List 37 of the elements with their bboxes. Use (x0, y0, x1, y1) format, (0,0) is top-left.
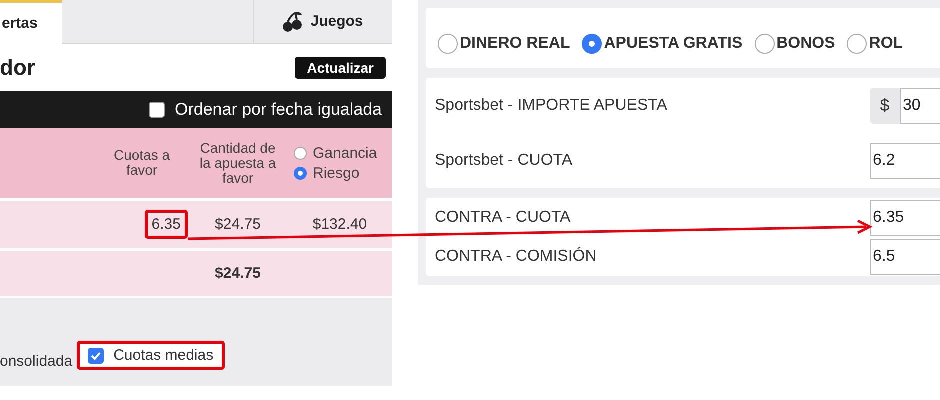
section-title: dor (0, 54, 36, 80)
input-field[interactable]: 6.5 (870, 238, 940, 274)
total-value: $24.75 (214, 265, 262, 282)
input-field[interactable]: 6.2 (870, 142, 940, 178)
table-cell-text: $132.40 (312, 216, 368, 233)
bet-type-radio[interactable] (754, 34, 775, 54)
field-label: CONTRA - COMISIÓN (435, 248, 597, 266)
average-odds-label: Cuotas medias (114, 347, 214, 364)
field-label: Sportsbet - CUOTA (435, 152, 573, 170)
check-icon (90, 350, 102, 362)
mode-label: Ganancia (313, 146, 378, 160)
table-cell-text: $24.75 (214, 216, 262, 233)
input-field[interactable]: 30 (900, 88, 940, 124)
tab[interactable]: ertas (0, 0, 62, 44)
footer-label: onsolidada (0, 353, 73, 370)
average-odds-checkbox[interactable] (88, 348, 104, 364)
column-header: Cantidad de la apuesta a favor (199, 140, 277, 186)
field-label: CONTRA - CUOTA (435, 208, 571, 226)
sort-label: Ordenar por fecha igualada (175, 100, 382, 120)
input-field[interactable]: 6.35 (870, 200, 940, 236)
refresh-button[interactable]: Actualizar (295, 56, 386, 78)
mode-radio[interactable] (294, 166, 307, 180)
bet-type-option[interactable]: DINERO REAL (438, 34, 570, 54)
bet-type-radio[interactable] (847, 34, 868, 54)
bet-type-option[interactable]: ROL (847, 34, 904, 54)
field-label: Sportsbet - IMPORTE APUESTA (435, 96, 668, 114)
table-cell: 6.35 (144, 210, 188, 239)
mode-label: Riesgo (313, 166, 360, 180)
mode-radio[interactable] (294, 146, 307, 160)
bet-type-option[interactable]: APUESTA GRATIS (582, 34, 743, 54)
bet-type-radio[interactable] (438, 34, 458, 54)
currency-prefix: $ (870, 88, 900, 124)
bet-type-option[interactable]: BONOS (754, 34, 836, 54)
sort-checkbox[interactable] (149, 102, 166, 118)
bet-type-radio[interactable] (582, 34, 602, 54)
column-header: Cuotas a favor (112, 148, 172, 178)
cherries-icon (282, 10, 303, 32)
